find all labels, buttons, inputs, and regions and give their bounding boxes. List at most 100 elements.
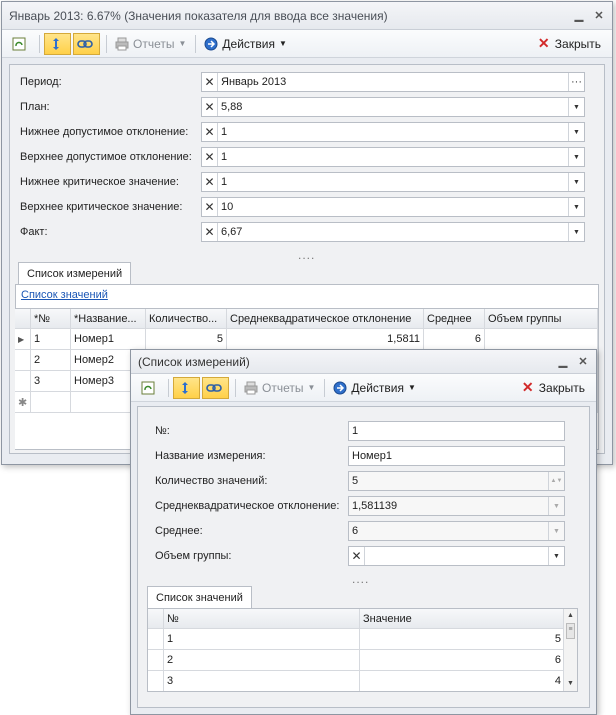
field-value[interactable]: 6,67 [218,226,568,238]
column-header[interactable]: № [164,609,360,628]
chevron-down-icon[interactable]: ▼ [548,547,564,565]
splitter-handle[interactable]: .... [298,248,315,262]
chevron-down-icon[interactable]: ▼ [548,497,564,515]
clear-icon[interactable]: ✕ [202,123,218,141]
reports-button[interactable]: Отчеты ▼ [111,33,189,55]
chevron-down-icon: ▼ [278,39,287,48]
chevron-down-icon[interactable]: ▼ [548,522,564,540]
clear-icon[interactable]: ✕ [202,223,218,241]
grid-cell[interactable]: 3 [164,671,360,691]
plan-field[interactable]: ✕ 5,88 ▼ [201,97,585,117]
chevron-down-icon[interactable]: ▼ [568,173,584,191]
clear-icon[interactable]: ✕ [202,73,218,91]
reports-button[interactable]: Отчеты ▼ [240,377,318,399]
grid-cell[interactable]: 6 [360,650,565,670]
table-row[interactable]: 1 5 [148,629,577,650]
column-header[interactable]: *Название... [71,309,146,328]
chevron-down-icon[interactable]: ▼ [568,98,584,116]
lower-allowed-field[interactable]: ✕ 1 ▼ [201,122,585,142]
link-button[interactable] [73,32,100,55]
field-value[interactable]: 1 [218,126,568,138]
close-button[interactable]: ✕ Закрыть [517,377,588,399]
row-indicator-header [15,309,31,328]
grid-cell[interactable]: 6 [424,329,485,349]
grid-cell[interactable]: 3 [31,371,71,391]
close-window-icon[interactable]: ✕ [576,355,590,369]
field-value[interactable]: 5,88 [218,101,568,113]
grid-cell[interactable]: 1,5811 [227,329,424,349]
clear-icon[interactable]: ✕ [202,198,218,216]
refresh-button[interactable] [8,33,33,55]
chevron-down-icon[interactable]: ▼ [568,223,584,241]
field-label: Среднее: [155,525,203,537]
field-value[interactable]: 10 [218,201,568,213]
field-value[interactable]: 1 [218,176,568,188]
field-label: Факт: [20,226,48,238]
stddev-field[interactable]: 1,581139 ▼ [348,496,565,516]
grid-cell[interactable] [31,392,71,412]
field-value[interactable]: 1 [349,425,564,437]
expand-button[interactable] [173,376,200,399]
grid-cell[interactable] [485,329,598,349]
minimize-icon[interactable]: ▁ [572,9,586,23]
link-button[interactable] [202,376,229,399]
tab-values[interactable]: Список значений [147,586,252,608]
actions-button[interactable]: Действия ▼ [329,377,419,399]
column-header[interactable]: Количество... [146,309,227,328]
grid-cell[interactable]: 5 [360,629,565,649]
table-row[interactable]: 3 4 [148,671,577,691]
mean-field[interactable]: 6 ▼ [348,521,565,541]
chevron-down-icon[interactable]: ▼ [568,123,584,141]
clear-icon[interactable]: ✕ [202,173,218,191]
grid-cell[interactable]: 2 [31,350,71,370]
field-value[interactable]: 1 [218,151,568,163]
expand-button[interactable] [44,32,71,55]
column-header[interactable]: Среднее [424,309,485,328]
table-row[interactable]: 2 6 [148,650,577,671]
spin-icon[interactable]: ▲▼ [548,472,564,490]
field-value[interactable]: Номер1 [349,450,564,462]
chevron-down-icon[interactable]: ▼ [568,148,584,166]
grid-cell[interactable]: Номер1 [71,329,146,349]
actions-button[interactable]: Действия ▼ [200,33,290,55]
period-field[interactable]: ✕ Январь 2013 ··· [201,72,585,92]
column-header[interactable]: Объем группы [485,309,598,328]
values-list-link[interactable]: Список значений [21,289,108,301]
tab-measurements[interactable]: Список измерений [18,262,132,284]
upper-allowed-field[interactable]: ✕ 1 ▼ [201,147,585,167]
clear-icon[interactable]: ✕ [202,148,218,166]
field-lower-critical: Нижнее критическое значение: ✕ 1 ▼ [10,172,604,192]
group-size-field[interactable]: ✕ ▼ [348,546,565,566]
grid-cell[interactable]: 5 [146,329,227,349]
count-stepper[interactable]: 5 ▲▼ [348,471,565,491]
scroll-down-icon[interactable]: ▼ [564,677,577,691]
scroll-up-icon[interactable]: ▲ [564,609,577,623]
measure-name-input[interactable]: Номер1 [348,446,565,466]
upper-critical-field[interactable]: ✕ 10 ▼ [201,197,585,217]
column-header[interactable]: Значение [360,609,565,628]
grid-cell[interactable]: 1 [31,329,71,349]
field-value[interactable]: Январь 2013 [218,76,568,88]
refresh-button[interactable] [137,377,162,399]
chevron-down-icon[interactable]: ▼ [568,198,584,216]
column-header[interactable]: Среднеквадратическое отклонение [227,309,424,328]
popup-window-title: (Список измерений) [138,354,250,369]
close-button[interactable]: ✕ Закрыть [533,33,604,55]
scroll-thumb[interactable]: ≡ [566,623,575,639]
clear-icon[interactable]: ✕ [202,98,218,116]
close-window-icon[interactable]: ✕ [592,9,606,23]
vertical-scrollbar[interactable]: ▲ ≡ ▼ [563,609,577,691]
fact-field[interactable]: ✕ 6,67 ▼ [201,222,585,242]
minimize-icon[interactable]: ▁ [556,355,570,369]
number-input[interactable]: 1 [348,421,565,441]
grid-cell[interactable]: 2 [164,650,360,670]
field-label: Объем группы: [155,550,232,562]
grid-cell[interactable]: 1 [164,629,360,649]
clear-icon[interactable]: ✕ [349,547,365,565]
splitter-handle[interactable]: .... [352,572,369,586]
table-row[interactable]: ▶ 1 Номер1 5 1,5811 6 [15,329,598,350]
column-header[interactable]: *№ [31,309,71,328]
ellipsis-icon[interactable]: ··· [568,73,584,91]
lower-critical-field[interactable]: ✕ 1 ▼ [201,172,585,192]
grid-cell[interactable]: 4 [360,671,565,691]
